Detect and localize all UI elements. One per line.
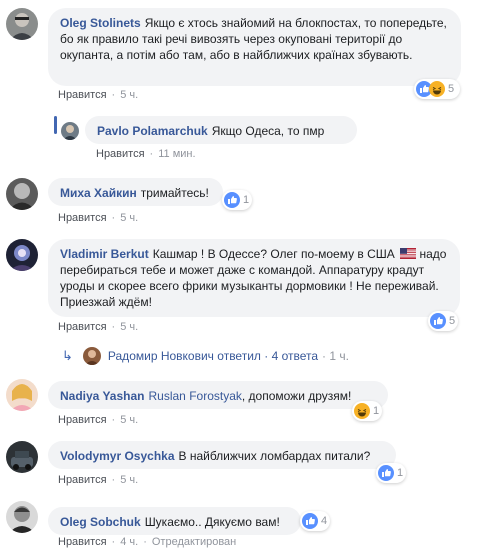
comment-author-link[interactable]: Volodymyr Osychka — [60, 449, 175, 463]
comment-author-link[interactable]: Pavlo Polamarchuk — [97, 124, 208, 138]
like-reaction-icon — [224, 192, 240, 208]
comment-actions: Нравится · 5 ч. — [58, 474, 139, 486]
avatar — [82, 347, 101, 365]
comment-text: Кашмар ! В Одессе? Олег по-моему в США — [152, 247, 395, 261]
reaction-summary[interactable]: 1 — [376, 463, 406, 483]
replies-author: Радомир Новкович — [107, 349, 214, 363]
haha-reaction-icon — [354, 403, 370, 419]
comment-author-link[interactable]: Nadiya Yashan — [60, 389, 145, 403]
avatar[interactable] — [6, 178, 38, 210]
comment-bubble: Vladimir Berkut Кашмар ! В Одессе? Олег п… — [48, 239, 460, 317]
reaction-count: 1 — [397, 467, 404, 479]
like-link[interactable]: Нравится — [58, 321, 107, 333]
comment-actions: Нравится · 5 ч. — [58, 414, 139, 426]
comment-text: В найближчих ломбардах питали? — [178, 449, 371, 463]
like-link[interactable]: Нравится — [58, 414, 107, 426]
comment-actions: Нравится · 4 ч. · Отредактирован — [58, 536, 237, 548]
avatar[interactable] — [6, 239, 38, 271]
haha-reaction-icon — [429, 81, 445, 97]
like-link[interactable]: Нравится — [96, 148, 145, 160]
comment-actions: Нравится · 11 мин. — [96, 148, 196, 160]
reaction-count: 5 — [448, 83, 455, 95]
avatar[interactable] — [6, 379, 38, 411]
reaction-count: 1 — [373, 405, 380, 417]
comment-bubble: Миха Хайкин тримайтесь! — [48, 178, 223, 206]
like-link[interactable]: Нравится — [58, 474, 107, 486]
reaction-count: 1 — [243, 194, 250, 206]
comment-actions: Нравится · 5 ч. — [58, 89, 139, 101]
comment-bubble: Oleg Stolinets Якщо є хтось знайомий на б… — [48, 8, 461, 86]
reaction-summary[interactable]: 1 — [222, 190, 252, 210]
comment-timestamp[interactable]: 5 ч. — [120, 89, 138, 101]
comment-author-link[interactable]: Миха Хайкин — [60, 186, 137, 200]
reaction-summary[interactable]: 5 — [414, 79, 460, 99]
reaction-count: 5 — [449, 315, 456, 327]
comment-timestamp[interactable]: 5 ч. — [120, 321, 138, 333]
comment-bubble: Oleg Sobchuk Шукаємо.. Дякуємо вам! — [48, 507, 301, 535]
like-link[interactable]: Нравится — [58, 212, 107, 224]
comment-text: Шукаємо.. Дякуємо вам! — [144, 515, 280, 529]
comment-timestamp[interactable]: 4 ч. — [120, 536, 138, 548]
comment-actions: Нравится · 5 ч. — [58, 321, 139, 333]
avatar[interactable] — [6, 441, 38, 473]
mention-link[interactable]: Ruslan Forostyak — [149, 389, 242, 403]
reaction-count: 4 — [321, 515, 328, 527]
like-reaction-icon — [302, 513, 318, 529]
avatar[interactable] — [6, 8, 38, 40]
edited-label[interactable]: Отредактирован — [152, 536, 236, 548]
comment-actions: Нравится · 5 ч. — [58, 212, 139, 224]
replies-count: ответил · 4 ответа — [217, 349, 319, 363]
avatar[interactable] — [6, 501, 38, 533]
comment-timestamp[interactable]: 11 мин. — [158, 148, 195, 160]
comment-author-link[interactable]: Oleg Stolinets — [60, 16, 141, 30]
comment-text: , допоможи друзям! — [241, 389, 352, 403]
like-link[interactable]: Нравится — [58, 89, 107, 101]
comment-timestamp[interactable]: 5 ч. — [120, 474, 138, 486]
reaction-summary[interactable]: 4 — [300, 511, 330, 531]
reply-indicator — [54, 116, 57, 134]
comment-bubble: Nadiya Yashan Ruslan Forostyak, допоможи … — [48, 381, 388, 409]
comment-timestamp[interactable]: 5 ч. — [120, 212, 138, 224]
us-flag-icon — [400, 247, 417, 259]
like-reaction-icon — [430, 313, 446, 329]
like-reaction-icon — [378, 465, 394, 481]
avatar[interactable] — [61, 122, 79, 140]
replies-timestamp: 1 ч. — [329, 349, 349, 363]
comment-bubble: Volodymyr Osychka В найближчих ломбардах … — [48, 441, 396, 469]
reply-arrow-icon: ↳ — [62, 348, 73, 363]
reaction-summary[interactable]: 1 — [352, 401, 382, 421]
reaction-summary[interactable]: 5 — [428, 311, 458, 331]
comment-text: Якщо Одеса, то пмр — [211, 124, 325, 138]
comment-author-link[interactable]: Vladimir Berkut — [60, 247, 149, 261]
comment-bubble: Pavlo Polamarchuk Якщо Одеса, то пмр — [85, 116, 357, 144]
like-link[interactable]: Нравится — [58, 536, 107, 548]
comment-text: тримайтесь! — [140, 186, 209, 200]
comment-timestamp[interactable]: 5 ч. — [120, 414, 138, 426]
view-replies-link[interactable]: ↳ Радомир Новкович ответил · 4 ответа · … — [62, 347, 349, 365]
comment-author-link[interactable]: Oleg Sobchuk — [60, 515, 141, 529]
